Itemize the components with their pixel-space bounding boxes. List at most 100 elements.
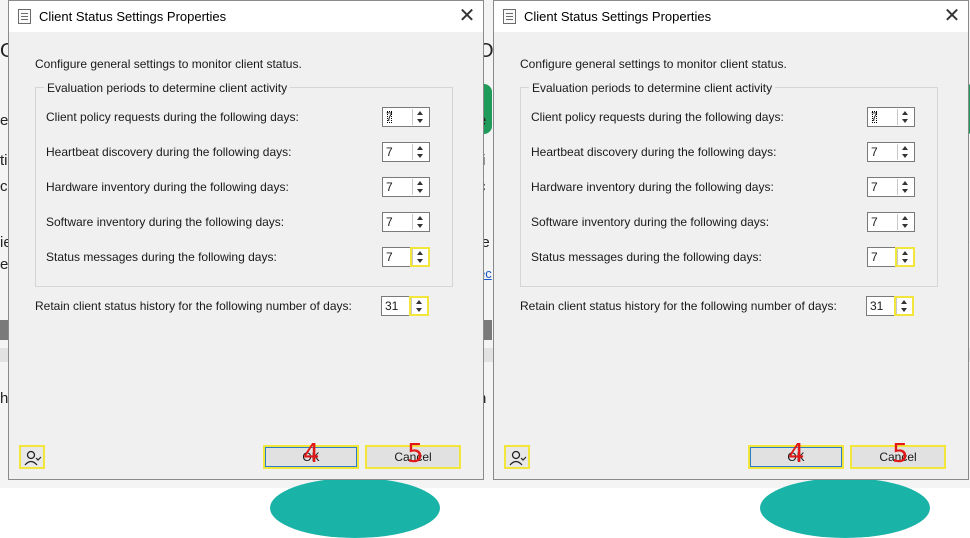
- background-teal-shape: [270, 478, 440, 538]
- heartbeat-value[interactable]: 7: [386, 145, 393, 159]
- spin-up-icon[interactable]: [898, 214, 913, 222]
- spin-down-icon[interactable]: [897, 306, 912, 314]
- dialog-titlebar: Client Status Settings Properties ✕: [9, 1, 483, 32]
- evaluation-group: Evaluation periods to determine client a…: [520, 81, 938, 287]
- status-messages-value[interactable]: 7: [871, 250, 878, 264]
- help-button[interactable]: [19, 445, 45, 469]
- status-messages-spinbox[interactable]: 7: [382, 247, 430, 267]
- retain-history-label: Retain client status history for the fol…: [520, 299, 837, 313]
- client-status-dialog: Client Status Settings Properties ✕ Conf…: [8, 0, 484, 480]
- spin-buttons: [412, 214, 428, 230]
- annotation-marker-ok: 4: [788, 439, 805, 469]
- spin-down-icon[interactable]: [413, 152, 428, 160]
- spin-buttons: [897, 144, 913, 160]
- dialog-title: Client Status Settings Properties: [39, 9, 227, 24]
- spin-up-icon[interactable]: [413, 249, 428, 257]
- spin-up-icon[interactable]: [412, 298, 427, 306]
- spin-buttons: [897, 109, 913, 125]
- dialog-title: Client Status Settings Properties: [524, 9, 712, 24]
- help-user-icon: [24, 450, 42, 466]
- spin-buttons: [412, 144, 428, 160]
- software-inventory-value[interactable]: 7: [871, 215, 878, 229]
- spin-up-icon[interactable]: [898, 179, 913, 187]
- hardware-inventory-value[interactable]: 7: [871, 180, 878, 194]
- spin-down-icon[interactable]: [898, 187, 913, 195]
- background-text: c: [0, 178, 8, 195]
- spin-down-icon[interactable]: [413, 257, 428, 265]
- heartbeat-value[interactable]: 7: [871, 145, 878, 159]
- retain-history-value[interactable]: 31: [385, 299, 398, 313]
- software-inventory-spinbox[interactable]: 7: [867, 212, 915, 232]
- title-dialog-icon: [18, 9, 31, 24]
- spin-down-icon[interactable]: [898, 152, 913, 160]
- group-title: Evaluation periods to determine client a…: [44, 81, 291, 95]
- software-inventory-label: Software inventory during the following …: [531, 215, 770, 229]
- spin-up-icon[interactable]: [413, 214, 428, 222]
- intro-text: Configure general settings to monitor cl…: [35, 57, 302, 71]
- evaluation-group: Evaluation periods to determine client a…: [35, 81, 453, 287]
- heartbeat-spinbox[interactable]: 7: [382, 142, 430, 162]
- background-text: ti: [0, 152, 8, 169]
- help-button[interactable]: [504, 445, 530, 469]
- spin-buttons: [409, 296, 429, 316]
- spin-down-icon[interactable]: [412, 306, 427, 314]
- status-messages-value[interactable]: 7: [386, 250, 393, 264]
- client-policy-spinbox[interactable]: 7: [382, 107, 430, 127]
- close-icon[interactable]: ✕: [455, 5, 479, 27]
- software-inventory-value[interactable]: 7: [386, 215, 393, 229]
- heartbeat-label: Heartbeat discovery during the following…: [46, 145, 292, 159]
- spin-up-icon[interactable]: [413, 144, 428, 152]
- spin-up-icon[interactable]: [413, 179, 428, 187]
- retain-history-label: Retain client status history for the fol…: [35, 299, 352, 313]
- hardware-inventory-spinbox[interactable]: 7: [382, 177, 430, 197]
- annotation-marker-cancel: 5: [892, 439, 909, 469]
- spin-down-icon[interactable]: [413, 117, 428, 125]
- spin-buttons: [412, 109, 428, 125]
- spin-down-icon[interactable]: [413, 187, 428, 195]
- heartbeat-label: Heartbeat discovery during the following…: [531, 145, 777, 159]
- background-teal-shape: [760, 478, 930, 538]
- client-policy-spinbox[interactable]: 7: [867, 107, 915, 127]
- spin-up-icon[interactable]: [898, 144, 913, 152]
- spin-down-icon[interactable]: [413, 222, 428, 230]
- dialog-titlebar: Client Status Settings Properties ✕: [494, 1, 968, 32]
- spin-down-icon[interactable]: [898, 222, 913, 230]
- help-user-icon: [509, 450, 527, 466]
- spin-buttons: [894, 296, 914, 316]
- hardware-inventory-spinbox[interactable]: 7: [867, 177, 915, 197]
- spin-down-icon[interactable]: [898, 257, 913, 265]
- retain-history-value[interactable]: 31: [870, 299, 883, 313]
- spin-up-icon[interactable]: [898, 249, 913, 257]
- hardware-inventory-label: Hardware inventory during the following …: [531, 180, 774, 194]
- status-messages-spinbox[interactable]: 7: [867, 247, 915, 267]
- client-policy-value[interactable]: 7: [386, 110, 393, 124]
- hardware-inventory-label: Hardware inventory during the following …: [46, 180, 289, 194]
- software-inventory-label: Software inventory during the following …: [46, 215, 285, 229]
- heartbeat-spinbox[interactable]: 7: [867, 142, 915, 162]
- close-icon[interactable]: ✕: [940, 5, 964, 27]
- annotation-marker-ok: 4: [303, 439, 320, 469]
- spin-buttons: [897, 179, 913, 195]
- retain-history-spinbox[interactable]: 31: [866, 296, 914, 316]
- client-policy-label: Client policy requests during the follow…: [46, 110, 299, 124]
- spin-buttons: [412, 179, 428, 195]
- retain-history-spinbox[interactable]: 31: [381, 296, 429, 316]
- spin-buttons: [897, 214, 913, 230]
- spin-up-icon[interactable]: [897, 298, 912, 306]
- status-messages-label: Status messages during the following day…: [531, 250, 762, 264]
- intro-text: Configure general settings to monitor cl…: [520, 57, 787, 71]
- status-messages-label: Status messages during the following day…: [46, 250, 277, 264]
- group-title: Evaluation periods to determine client a…: [529, 81, 776, 95]
- client-status-dialog: Client Status Settings Properties ✕ Conf…: [493, 0, 969, 480]
- spin-down-icon[interactable]: [898, 117, 913, 125]
- client-policy-value[interactable]: 7: [871, 110, 878, 124]
- spin-up-icon[interactable]: [413, 109, 428, 117]
- client-policy-label: Client policy requests during the follow…: [531, 110, 784, 124]
- title-dialog-icon: [503, 9, 516, 24]
- spin-up-icon[interactable]: [898, 109, 913, 117]
- spin-buttons: [895, 247, 915, 267]
- hardware-inventory-value[interactable]: 7: [386, 180, 393, 194]
- software-inventory-spinbox[interactable]: 7: [382, 212, 430, 232]
- annotation-marker-cancel: 5: [407, 439, 424, 469]
- spin-buttons: [410, 247, 430, 267]
